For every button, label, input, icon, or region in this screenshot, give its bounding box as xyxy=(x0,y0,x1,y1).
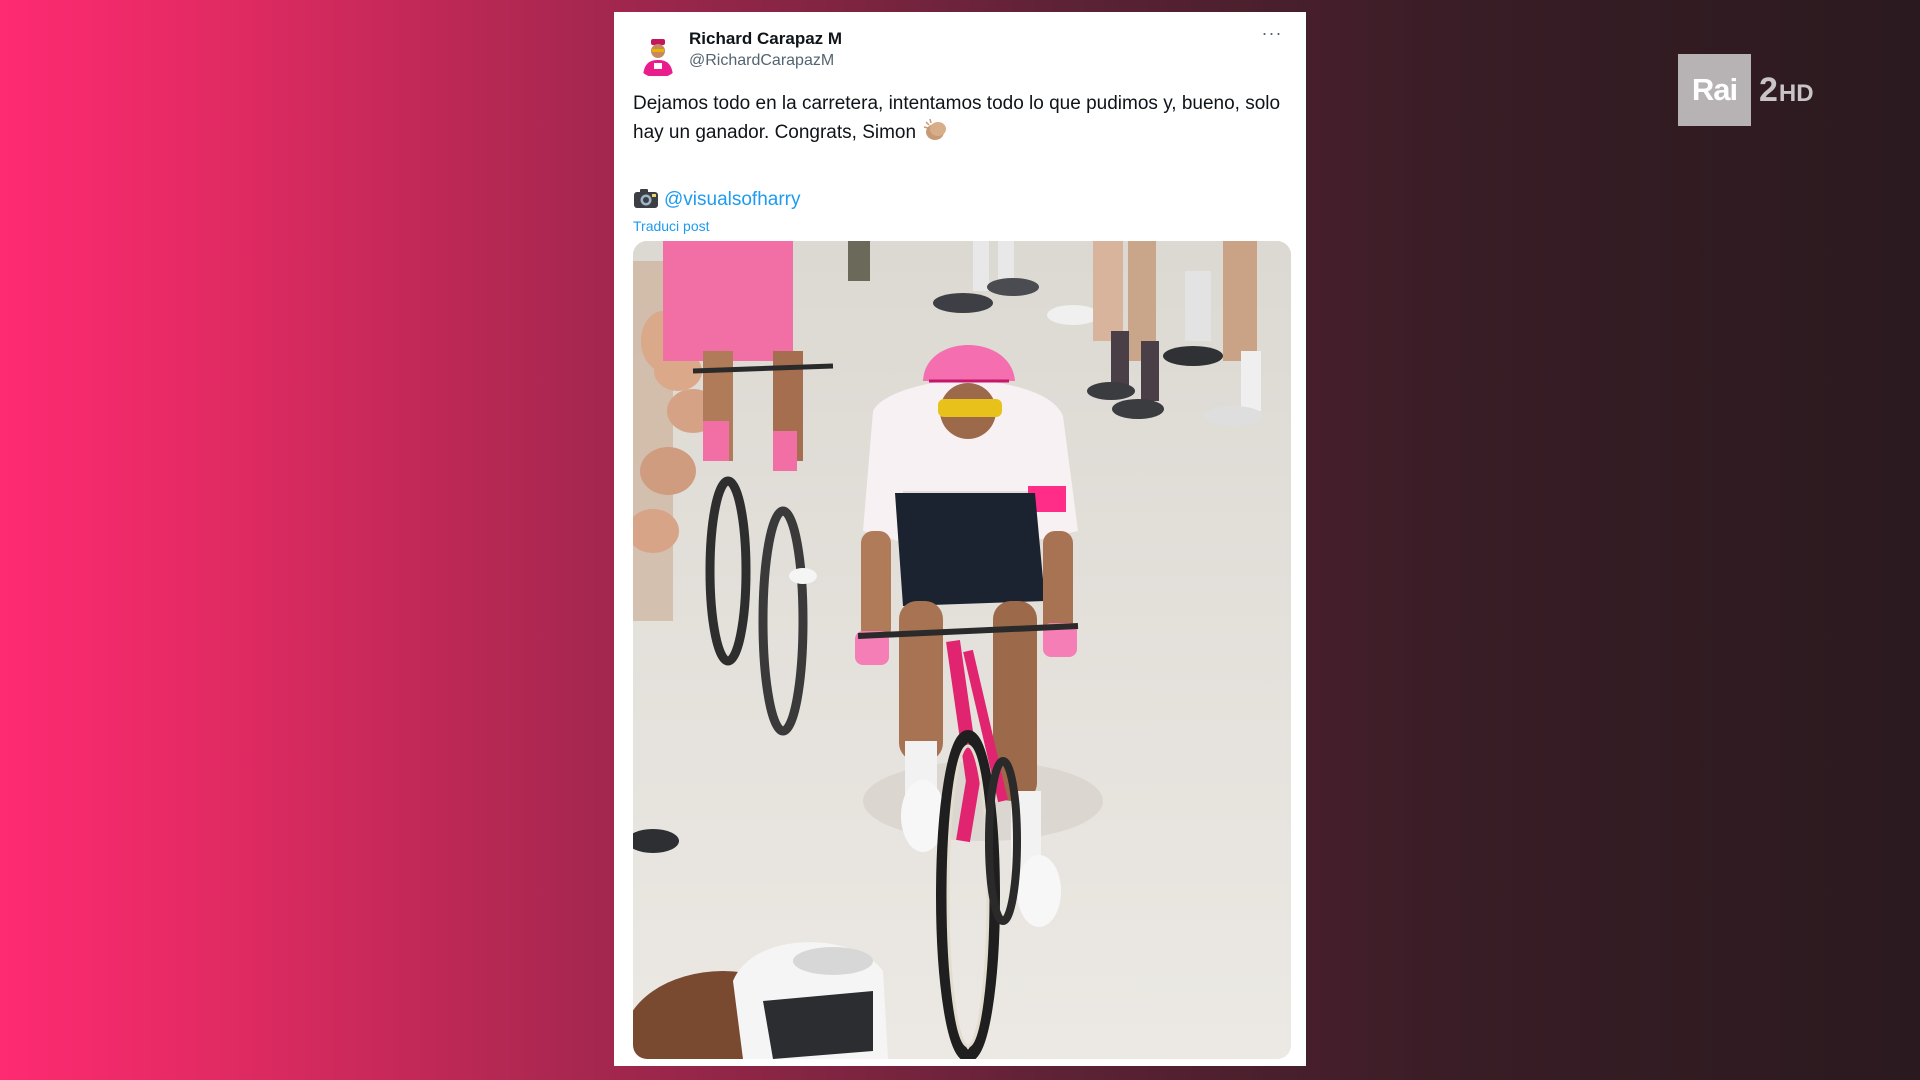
translate-post-link[interactable]: Traduci post xyxy=(633,218,710,234)
clapping-hands-icon xyxy=(923,118,949,151)
photo-credit: @visualsofharry xyxy=(633,186,801,218)
camera-with-flash-icon xyxy=(633,187,659,218)
rai-logo-box: Rai xyxy=(1678,54,1751,126)
channel-number: 2 xyxy=(1759,70,1778,109)
tweet-body: Dejamos todo en la carretera, intentamos… xyxy=(633,93,1281,143)
channel-logo: Rai 2 HD xyxy=(1678,54,1814,126)
tweet-text: Dejamos todo en la carretera, intentamos… xyxy=(633,90,1293,151)
cyclist-photo[interactable] xyxy=(633,241,1291,1059)
broadcast-frame: Richard Carapaz M @RichardCarapazM ··· D… xyxy=(0,0,1920,1080)
tweet-card: Richard Carapaz M @RichardCarapazM ··· D… xyxy=(614,12,1306,1066)
photographer-mention-link[interactable]: @visualsofharry xyxy=(664,189,801,210)
display-name[interactable]: Richard Carapaz M xyxy=(689,29,842,49)
user-handle[interactable]: @RichardCarapazM xyxy=(689,52,834,70)
more-options-button[interactable]: ··· xyxy=(1258,24,1286,46)
avatar[interactable] xyxy=(634,30,682,78)
channel-hd-label: HD xyxy=(1778,80,1814,107)
